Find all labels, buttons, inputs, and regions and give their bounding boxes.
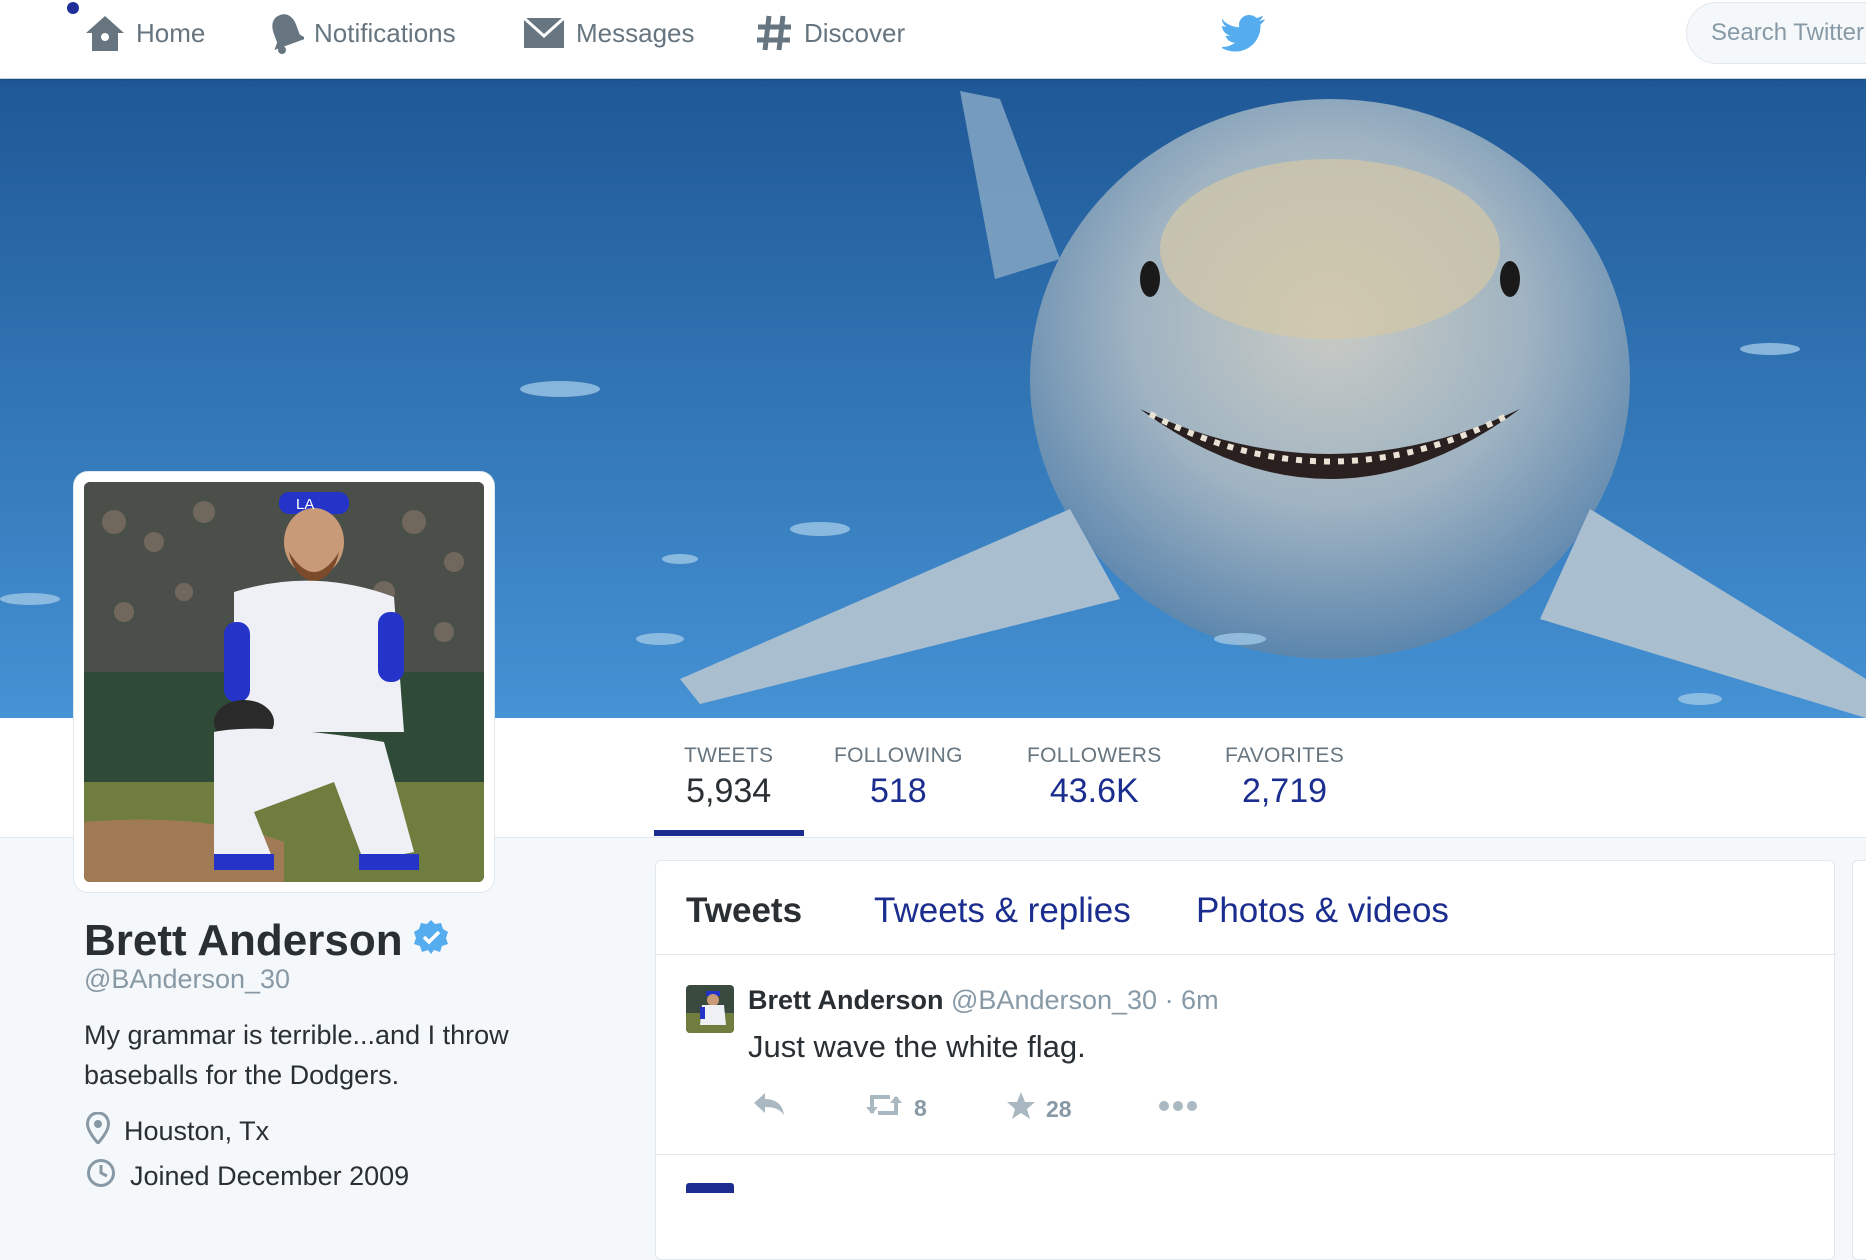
profile-bio: My grammar is terrible...and I throw bas… [84,1020,509,1090]
search-input[interactable]: Search Twitter [1686,2,1866,64]
profile-joined: Joined December 2009 [86,1158,409,1195]
nav-notifications-label: Notifications [314,17,456,48]
profile-location: Houston, Tx [85,1111,270,1151]
more-icon [1158,1091,1198,1118]
twitter-bird-icon[interactable] [1220,14,1266,57]
right-sidebar-card [1852,860,1866,1260]
tweet-item[interactable]: Brett Anderson @BAnderson_30 · 6m Just w… [656,955,1836,1155]
nav-discover-label: Discover [804,17,906,48]
verified-badge-icon [413,916,449,966]
tweet-meta: @BAnderson_30 · 6m [943,985,1219,1015]
envelope-icon [522,14,566,52]
retweet-button[interactable]: 8 [864,1091,927,1125]
profile-joined-text: Joined December 2009 [130,1161,410,1191]
reply-icon [752,1091,786,1123]
nav-home[interactable]: Home [84,12,205,54]
stat-following[interactable]: FOLLOWING 518 [834,744,963,811]
nav-messages[interactable]: Messages [522,12,695,54]
avatar-photo: LA [84,482,484,882]
stat-tweets-value: 5,934 [686,772,772,810]
profile-handle[interactable]: @BAnderson_30 [84,964,290,995]
stat-tweets[interactable]: TWEETS 5,934 [684,744,773,811]
reply-button[interactable] [752,1091,786,1123]
profile-avatar[interactable]: LA [74,472,494,892]
timeline-card: Tweets Tweets & replies Photos & videos … [655,860,1836,1260]
stat-favorites-label: FAVORITES [1225,744,1344,767]
cap-logo: LA [296,496,314,513]
stat-following-label: FOLLOWING [834,744,963,767]
nav-home-label: Home [136,17,206,48]
active-stat-underline [654,830,804,836]
profile-location-text: Houston, Tx [124,1116,270,1146]
nav-messages-label: Messages [576,17,695,48]
star-icon [1006,1091,1036,1127]
tweet-avatar[interactable] [686,985,734,1033]
tweet-author-name[interactable]: Brett Anderson [748,985,944,1015]
stat-favorites-value: 2,719 [1241,772,1328,810]
retweet-count: 8 [914,1094,927,1121]
stat-favorites[interactable]: FAVORITES 2,719 [1225,744,1344,811]
more-button[interactable] [1158,1091,1198,1118]
stat-following-value: 518 [869,772,927,810]
home-icon [84,13,126,53]
tweet-header: Brett Anderson @BAnderson_30 · 6m [748,985,1219,1016]
stat-followers-label: FOLLOWERS [1027,744,1162,767]
clock-icon [86,1158,116,1195]
nav-discover[interactable]: Discover [754,12,905,54]
tab-tweets-replies[interactable]: Tweets & replies [874,891,1131,931]
tweet-text: Just wave the white flag. [748,1029,1086,1064]
stat-tweets-label: TWEETS [684,744,774,767]
nav-notifications[interactable]: Notifications [268,12,456,54]
favorite-button[interactable]: 28 [1006,1091,1072,1127]
search-placeholder: Search Twitter [1711,19,1864,46]
bell-icon [268,12,304,54]
location-pin-icon [85,1111,111,1151]
retweet-icon [864,1091,904,1125]
hash-icon [754,13,794,53]
top-navigation: Home Notifications Messages Discover Sea… [0,0,1866,79]
stat-followers[interactable]: FOLLOWERS 43.6K [1027,744,1162,811]
timeline-tabs: Tweets Tweets & replies Photos & videos [656,861,1836,955]
tab-photos-videos[interactable]: Photos & videos [1196,891,1449,931]
favorite-count: 28 [1046,1095,1072,1122]
tab-tweets[interactable]: Tweets [686,891,802,931]
stat-followers-value: 43.6K [1049,772,1139,810]
profile-name: Brett Anderson [84,916,449,966]
profile-name-text: Brett Anderson [84,916,403,965]
unread-indicator [67,2,79,14]
next-tweet-avatar [686,1183,734,1193]
